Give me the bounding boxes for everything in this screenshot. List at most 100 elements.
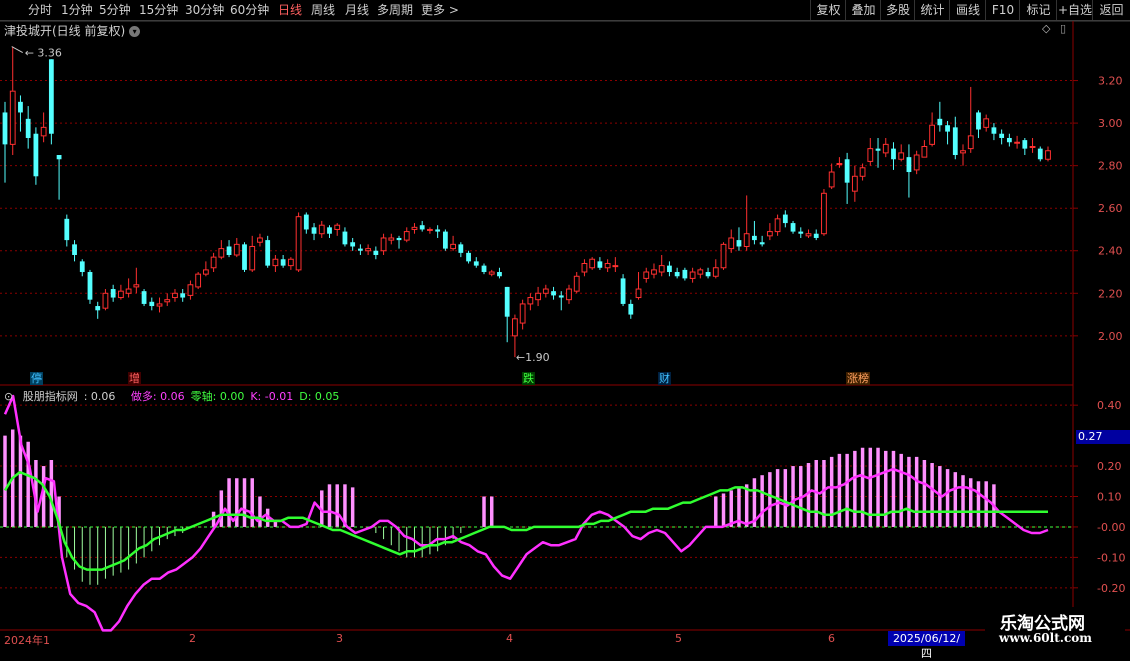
candle-body-down [844, 159, 850, 183]
x-axis-label: 6 [828, 632, 835, 645]
candle-body-down [458, 244, 464, 253]
price-label: 3.00 [1098, 117, 1123, 130]
candle-body-up [589, 258, 596, 269]
candle-body-down [56, 155, 62, 160]
candle-body-up [836, 163, 843, 166]
candle-body-up [913, 154, 920, 171]
candle-body-down [2, 112, 8, 145]
indicator-axis-label: -0.00 [1097, 521, 1125, 534]
candle-body-up [983, 118, 990, 128]
candle-body-up [512, 318, 518, 337]
event-marker[interactable]: 增 [128, 372, 141, 385]
indicator-collapse-icon[interactable]: ⊙ [4, 390, 13, 403]
price-label: 2.20 [1098, 287, 1123, 300]
candle-body-up [967, 135, 974, 150]
watermark-url: www.60lt.com [999, 631, 1092, 645]
candle-body-up [210, 256, 217, 269]
candle-body-down [782, 214, 788, 224]
indicator-axis-label: 0.20 [1097, 460, 1122, 473]
candle-body-up [1014, 141, 1020, 144]
candle-body-down [620, 278, 626, 304]
indicator-axis-label: 0.40 [1097, 399, 1122, 412]
candle-body-up [172, 292, 178, 299]
candle-body-up [867, 148, 874, 162]
candle-body-down [357, 248, 363, 251]
price-label: 2.40 [1098, 245, 1123, 258]
candle-body-up [427, 228, 433, 231]
price-label: 2.60 [1098, 202, 1123, 215]
event-marker[interactable]: 跌 [522, 372, 535, 385]
candle-body-up [697, 269, 704, 275]
candle-body-down [999, 133, 1005, 138]
candle-body-up [566, 288, 572, 301]
candle-body-down [682, 269, 688, 279]
indicator-axis-label: 0.10 [1097, 491, 1122, 504]
x-axis-label: 4 [506, 632, 513, 645]
event-marker[interactable]: 停 [30, 372, 43, 385]
candle-body-up [287, 258, 294, 267]
indicator-name: ⊙ 股朋指标网: 0.06 [4, 390, 116, 403]
candle-body-down [373, 250, 379, 255]
candle-body-down [1022, 140, 1028, 149]
candle-body-up [766, 231, 773, 237]
candle-body-down [311, 227, 317, 234]
candle-body-up [921, 145, 928, 158]
candle-body-up [156, 303, 163, 307]
x-axis-label: 2024年1 [4, 634, 50, 647]
candle-body-down [667, 265, 672, 273]
candle-body-up [125, 288, 132, 294]
candle-body-down [48, 59, 54, 134]
candle-body-up [450, 243, 456, 250]
candle-body-up [233, 243, 240, 256]
candle-body-up [643, 271, 650, 279]
candle-body-down [466, 252, 471, 262]
candle-body-down [790, 223, 796, 232]
candle-body-up [195, 273, 202, 288]
event-marker[interactable]: 涨榜 [846, 372, 870, 385]
candle-body-down [442, 231, 448, 249]
candle-body-up [658, 265, 665, 273]
candle-body-up [411, 226, 418, 230]
candle-body-down [242, 244, 247, 270]
candle-body-down [1006, 137, 1012, 143]
indicator-current-label: 0.27 [1076, 430, 1130, 444]
candle-body-down [303, 214, 309, 230]
candle-body-up [388, 237, 395, 241]
candle-body-down [64, 218, 70, 241]
candle-body-up [295, 216, 302, 271]
candle-body-down [891, 148, 896, 160]
candle-body-up [828, 171, 835, 188]
candle-body-down [180, 293, 186, 298]
candle-body-up [1029, 145, 1036, 148]
candle-body-down [875, 148, 881, 151]
candle-body-up [365, 248, 372, 252]
candle-body-down [976, 112, 981, 130]
indicator-item-2: K: -0.01 [250, 390, 294, 403]
candle-body-up [898, 152, 905, 160]
candle-body-down [419, 225, 425, 230]
x-axis-label: 2 [189, 632, 196, 645]
candle-body-down [87, 272, 93, 300]
candle-body-down [906, 157, 912, 173]
x-axis-label: 5 [675, 632, 682, 645]
candle-body-down [551, 291, 556, 296]
main-chart[interactable]: 3.20 3.00 2.80 2.60 2.40 2.20 2.00 0.40 0.20 0.10… [0, 0, 1130, 650]
candle-body-up [604, 263, 611, 269]
candle-body-down [705, 272, 711, 277]
candle-body-down [72, 244, 77, 255]
candle-body-up [403, 231, 410, 241]
candle-body-down [945, 125, 950, 132]
candle-body-up [519, 303, 526, 324]
candle-body-down [736, 240, 742, 247]
candle-body-up [581, 263, 588, 273]
candle-body-down [342, 231, 348, 245]
candle-body-down [350, 242, 356, 247]
candle-body-down [327, 227, 332, 234]
event-marker[interactable]: 财 [658, 372, 671, 385]
candle-body-up [488, 271, 495, 275]
candle-body-up [257, 237, 263, 243]
k-line [3, 394, 1049, 632]
candle-body-down [33, 133, 39, 177]
candle-body-down [628, 303, 634, 315]
candle-body-up [1045, 150, 1051, 160]
